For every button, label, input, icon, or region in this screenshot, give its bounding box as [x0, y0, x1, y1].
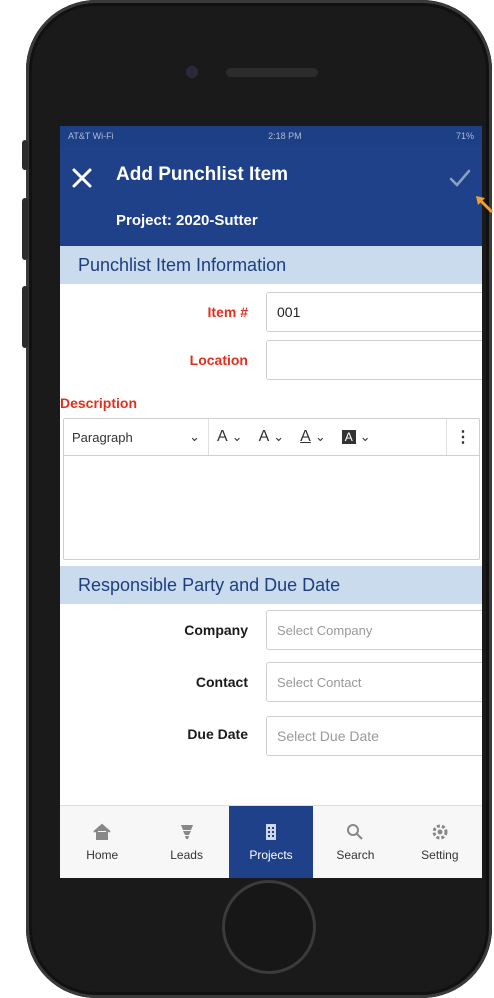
- app-screen: AT&T Wi-Fi 2:18 PM 71% Add Punchlist Ite…: [60, 126, 482, 878]
- home-button[interactable]: [222, 880, 316, 974]
- tab-projects[interactable]: Projects: [228, 806, 314, 878]
- close-icon[interactable]: [68, 164, 96, 192]
- paragraph-label: Paragraph: [72, 429, 133, 445]
- location-label: Location: [189, 352, 248, 368]
- description-editor[interactable]: Paragraph ⌄ A ⌄ A ⌄ A ⌄ A ⌄ ⋮: [63, 418, 480, 560]
- company-label: Company: [184, 622, 248, 638]
- item-number-input[interactable]: 001: [266, 292, 482, 332]
- tab-leads-label: Leads: [170, 848, 203, 862]
- battery-label: 71%: [455, 131, 474, 141]
- line-height-icon: A: [258, 428, 270, 445]
- paragraph-select[interactable]: Paragraph ⌄: [64, 429, 208, 445]
- gear-icon: [432, 824, 448, 840]
- project-subtitle: Project: 2020-Sutter: [116, 212, 258, 229]
- contact-label: Contact: [195, 674, 248, 690]
- location-input[interactable]: [266, 340, 482, 380]
- app-header: Add Punchlist Item Project: 2020-Sutter: [60, 146, 482, 246]
- company-select[interactable]: Select Company ▼: [266, 610, 482, 650]
- contact-select[interactable]: Select Contact ▼: [266, 662, 482, 702]
- line-height-button[interactable]: A ⌄: [251, 428, 293, 446]
- highlight-button[interactable]: A ⌄: [334, 429, 379, 445]
- location-row: Location: [60, 338, 482, 388]
- due-date-label: Due Date: [187, 726, 248, 742]
- tab-setting-label: Setting: [421, 848, 459, 862]
- carrier-label: AT&T Wi-Fi: [68, 131, 114, 141]
- chevron-down-icon: ⌄: [359, 429, 371, 444]
- search-icon: [347, 824, 364, 840]
- tab-home-label: Home: [86, 848, 119, 862]
- tab-home[interactable]: Home: [60, 806, 144, 878]
- chevron-down-icon: ⌄: [189, 429, 200, 444]
- font-size-icon: A: [217, 428, 228, 445]
- more-icon[interactable]: ⋮: [447, 427, 479, 447]
- text-color-icon: A: [300, 428, 311, 445]
- tab-projects-label: Projects: [249, 848, 293, 862]
- item-number-label: Item #: [207, 304, 248, 320]
- item-number-value: 001: [277, 304, 301, 320]
- bottom-tab-bar: Home Leads Projects Search Setting: [60, 805, 482, 878]
- section-header-responsible: Responsible Party and Due Date: [60, 566, 482, 604]
- description-label: Description: [60, 395, 138, 411]
- editor-toolbar: Paragraph ⌄ A ⌄ A ⌄ A ⌄ A ⌄ ⋮: [64, 419, 479, 456]
- chevron-down-icon: ⌄: [273, 429, 285, 444]
- tab-leads[interactable]: Leads: [144, 806, 228, 878]
- tab-search-label: Search: [336, 848, 375, 862]
- item-number-row: Item # 001: [60, 288, 482, 338]
- mute-switch: [22, 140, 28, 170]
- due-date-row: Due Date Select Due Date: [60, 708, 482, 758]
- chevron-down-icon: ⌄: [231, 429, 243, 444]
- chevron-down-icon: ⌄: [314, 429, 326, 444]
- volume-up-button: [22, 198, 28, 260]
- home-icon: [93, 823, 111, 840]
- highlight-icon: A: [341, 430, 356, 444]
- text-color-button[interactable]: A ⌄: [292, 428, 334, 446]
- building-icon: [266, 824, 277, 840]
- contact-row: Contact Select Contact ▼: [60, 658, 482, 708]
- section-header-item-info: Punchlist Item Information: [60, 246, 482, 284]
- earpiece-speaker: [226, 68, 318, 77]
- page-title: Add Punchlist Item: [116, 164, 289, 185]
- status-bar: AT&T Wi-Fi 2:18 PM 71%: [60, 126, 482, 146]
- phone-frame: AT&T Wi-Fi 2:18 PM 71% Add Punchlist Ite…: [22, 0, 492, 998]
- contact-placeholder: Select Contact: [277, 674, 362, 690]
- font-size-button[interactable]: A ⌄: [209, 428, 251, 446]
- due-date-input[interactable]: Select Due Date: [266, 716, 482, 756]
- time-label: 2:18 PM: [268, 131, 302, 141]
- pointer-arrow-icon: [476, 196, 494, 214]
- company-row: Company Select Company ▼: [60, 608, 482, 658]
- due-date-placeholder: Select Due Date: [277, 728, 379, 744]
- tab-setting[interactable]: Setting: [398, 806, 482, 878]
- check-icon[interactable]: [446, 164, 474, 192]
- funnel-icon: [180, 825, 193, 839]
- company-placeholder: Select Company: [277, 622, 373, 638]
- front-camera: [186, 66, 198, 78]
- volume-down-button: [22, 286, 28, 348]
- tab-search[interactable]: Search: [313, 806, 397, 878]
